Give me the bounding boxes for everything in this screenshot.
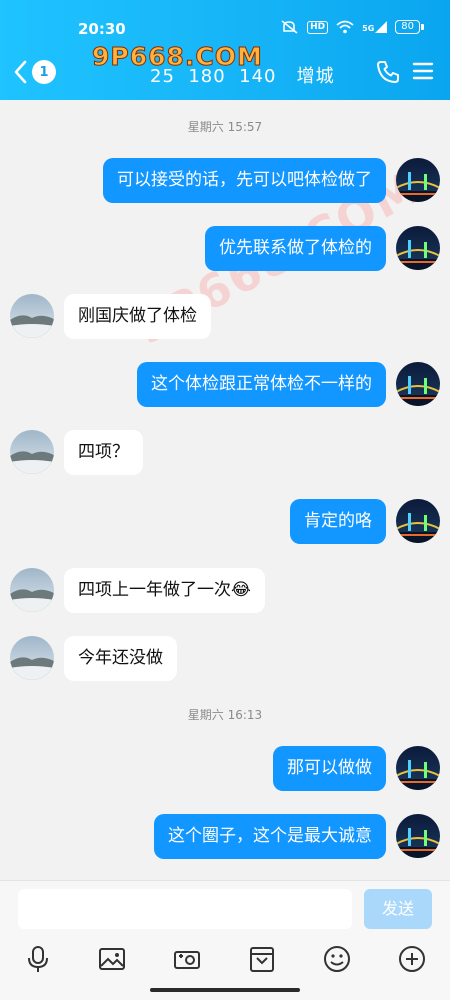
chat-title: 25 180 140 增城: [150, 66, 335, 87]
timestamp: 星期六 16:13: [187, 708, 263, 722]
plus-button[interactable]: [392, 939, 432, 979]
menu-button[interactable]: [412, 60, 434, 86]
avatar-contact[interactable]: [10, 294, 54, 338]
message-bubble-in[interactable]: 刚国庆做了体检: [64, 294, 211, 339]
avatar-self[interactable]: [396, 499, 440, 543]
message-input[interactable]: [18, 889, 352, 929]
avatar-self[interactable]: [396, 158, 440, 202]
avatar-contact[interactable]: [10, 636, 54, 680]
camera-icon: [174, 951, 200, 969]
microphone-button[interactable]: [18, 939, 58, 979]
message-bubble-in[interactable]: 今年还没做: [64, 636, 177, 681]
unread-badge: 1: [32, 60, 56, 84]
back-button[interactable]: 1: [12, 58, 60, 86]
home-indicator: [150, 988, 300, 992]
message-bubble-out[interactable]: 这个圈子，这个是最大诚意: [154, 814, 386, 859]
status-time: 20:30: [78, 20, 126, 38]
avatar-self[interactable]: [396, 814, 440, 858]
plus-icon: [399, 946, 425, 972]
input-bar: 发送: [0, 880, 450, 1000]
image-icon: [99, 948, 125, 970]
status-icons: HD 5G 80: [281, 20, 424, 34]
phone-icon: [377, 61, 399, 83]
emoji-button[interactable]: [317, 939, 357, 979]
video-card-icon: [250, 947, 274, 972]
avatar-self[interactable]: [396, 226, 440, 270]
wifi-icon: [336, 20, 354, 34]
message-bubble-in[interactable]: 四项上一年做了一次😂: [64, 568, 265, 613]
hamburger-menu-icon: [412, 62, 434, 80]
emoji-icon: [324, 946, 350, 972]
send-button[interactable]: 发送: [364, 889, 432, 929]
message-bubble-out[interactable]: 这个体检跟正常体检不一样的: [137, 362, 386, 407]
image-button[interactable]: [92, 939, 132, 979]
video-card-button[interactable]: [242, 939, 282, 979]
input-toolbar: [0, 939, 450, 979]
signal-icon: 5G: [362, 21, 388, 33]
avatar-contact[interactable]: [10, 430, 54, 474]
chevron-left-icon: [14, 60, 27, 84]
nav-bar: 1 25 180 140 增城: [0, 50, 450, 90]
avatar-contact[interactable]: [10, 568, 54, 612]
camera-button[interactable]: [167, 939, 207, 979]
network-label: 5G: [362, 24, 375, 33]
message-bubble-in[interactable]: 四项？: [64, 430, 143, 475]
status-bar: 20:30 HD 5G 80: [0, 14, 450, 38]
avatar-self[interactable]: [396, 746, 440, 790]
timestamp: 星期六 15:57: [187, 120, 263, 134]
message-bubble-out[interactable]: 肯定的咯: [290, 499, 386, 544]
message-bubble-out[interactable]: 可以接受的话，先可以吧体检做了: [103, 158, 386, 203]
call-button[interactable]: [376, 60, 400, 88]
hd-icon: HD: [307, 20, 329, 34]
chat-header: 20:30 HD 5G 80 9P668.COM 1 25 180 140 增城: [0, 0, 450, 100]
message-bubble-out[interactable]: 那可以做做: [273, 746, 386, 791]
microphone-icon: [28, 946, 48, 972]
battery-icon: 80: [395, 20, 424, 34]
message-bubble-out[interactable]: 优先联系做了体检的: [205, 226, 386, 271]
avatar-self[interactable]: [396, 362, 440, 406]
mute-vibrate-icon: [281, 20, 298, 34]
